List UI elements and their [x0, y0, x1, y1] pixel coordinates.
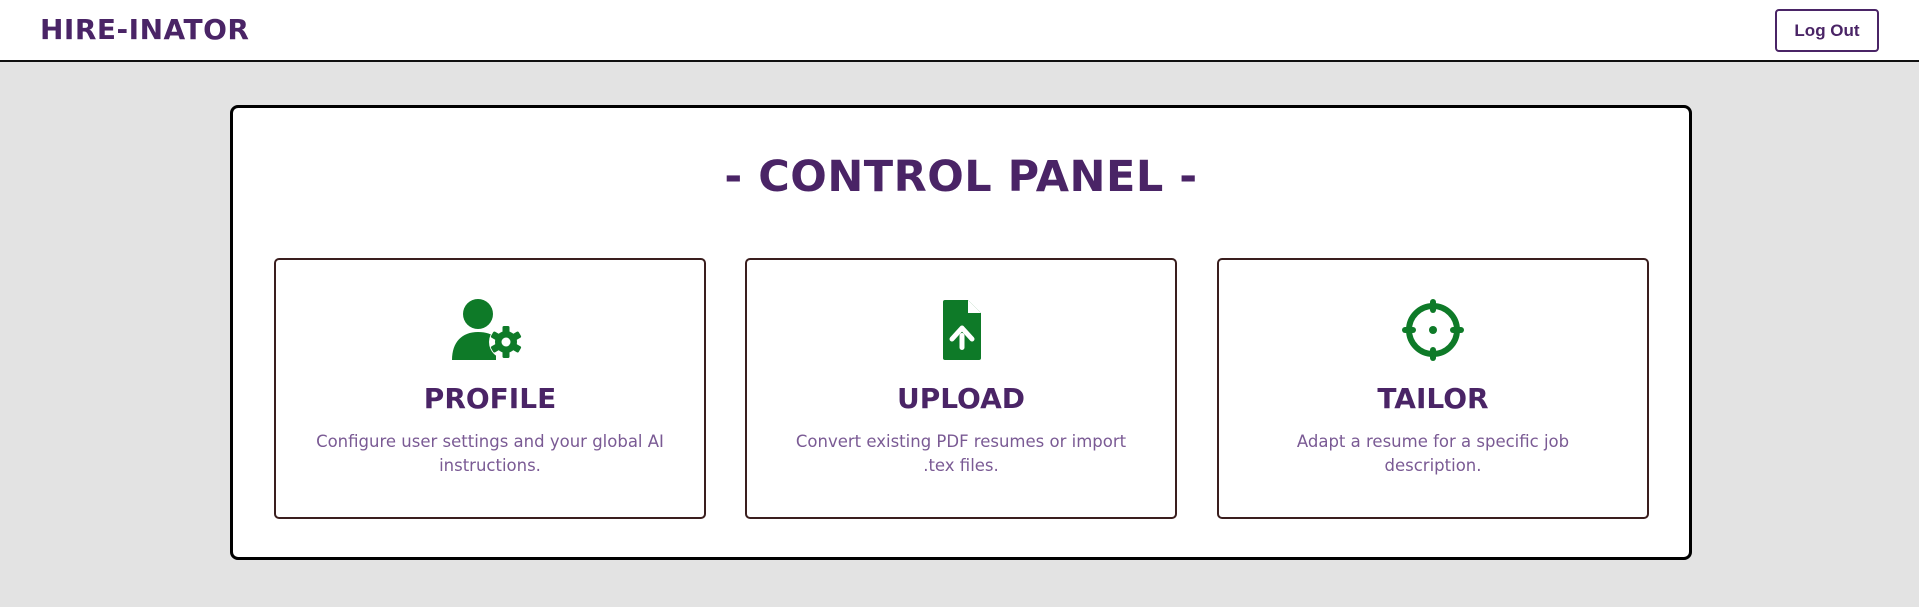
top-navbar: HIRE-INATOR Log Out [0, 0, 1919, 62]
control-panel: - CONTROL PANEL - PROFILE Configure user… [230, 105, 1692, 560]
upload-card-description: Convert existing PDF resumes or import .… [795, 432, 1127, 475]
tailor-card[interactable]: TAILOR Adapt a resume for a specific job… [1217, 258, 1649, 519]
tailor-card-title: TAILOR [1377, 382, 1489, 415]
user-gear-icon [450, 298, 530, 362]
upload-card-title: UPLOAD [896, 382, 1026, 415]
profile-card-description: Configure user settings and your global … [316, 432, 664, 475]
app-logo-text[interactable]: HIRE-INATOR [40, 13, 249, 46]
upload-card[interactable]: UPLOAD Convert existing PDF resumes or i… [745, 258, 1177, 519]
profile-card-title: PROFILE [423, 382, 557, 415]
profile-card[interactable]: PROFILE Configure user settings and your… [274, 258, 706, 519]
crosshair-icon [1393, 298, 1473, 362]
page-title: - CONTROL PANEL - [724, 152, 1198, 202]
file-upload-icon [921, 298, 1001, 362]
logout-button[interactable]: Log Out [1775, 9, 1879, 52]
tailor-card-description: Adapt a resume for a specific job descri… [1296, 432, 1570, 475]
